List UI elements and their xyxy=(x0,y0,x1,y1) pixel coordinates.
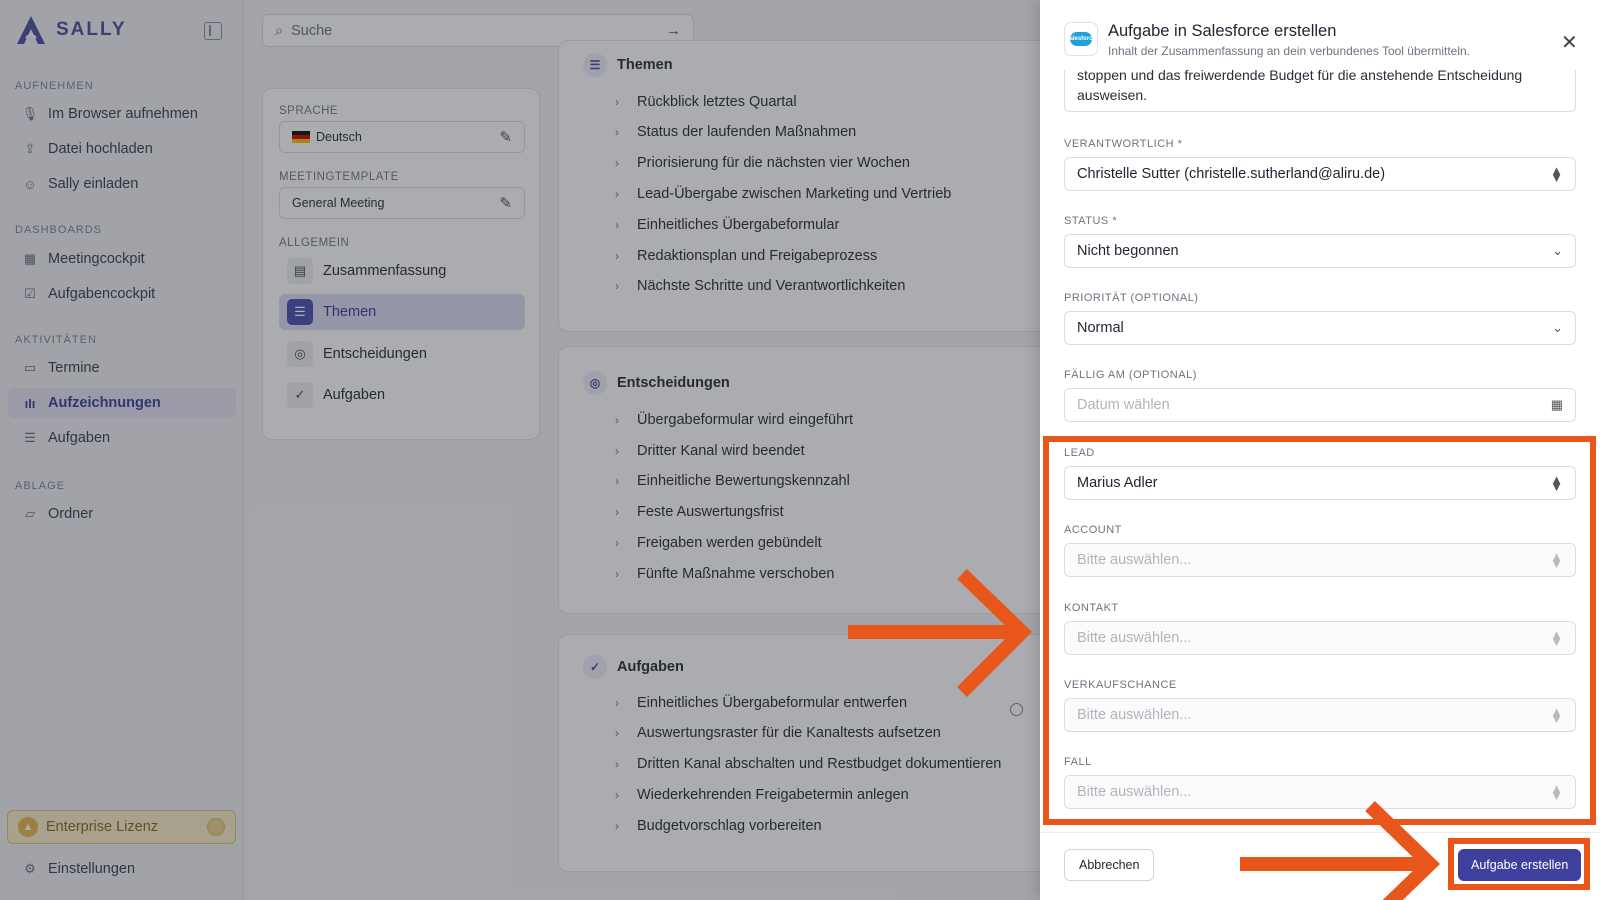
status-value: Nicht begonnen xyxy=(1077,243,1179,259)
cancel-button[interactable]: Abbrechen xyxy=(1064,849,1155,881)
modal-backdrop[interactable] xyxy=(0,0,1040,900)
due-date-label: FÄLLIG AM (OPTIONAL) xyxy=(1064,369,1197,381)
drawer-subtitle: Inhalt der Zusammenfassung an dein verbu… xyxy=(1108,44,1470,58)
status-label: STATUS * xyxy=(1064,215,1118,227)
highlight-box-crm-fields xyxy=(1043,436,1596,825)
priority-label: PRIORITÄT (OPTIONAL) xyxy=(1064,292,1199,304)
description-textarea[interactable]: stoppen und das freiwerdende Budget für … xyxy=(1064,70,1576,112)
status-select[interactable]: Nicht begonnen ⌄ xyxy=(1064,234,1576,268)
close-icon[interactable]: ✕ xyxy=(1561,30,1578,55)
owner-select[interactable]: Christelle Sutter (christelle.sutherland… xyxy=(1064,157,1576,191)
salesforce-logo-text: salesforce xyxy=(1066,32,1096,46)
calendar-icon[interactable]: ▦ xyxy=(1551,397,1563,413)
drawer-title: Aufgabe in Salesforce erstellen xyxy=(1108,22,1337,40)
chevron-updown-icon: ▲ ▼ xyxy=(1550,163,1563,185)
owner-value: Christelle Sutter (christelle.sutherland… xyxy=(1077,166,1386,182)
priority-select[interactable]: Normal ⌄ xyxy=(1064,311,1576,345)
due-date-input[interactable]: Datum wählen ▦ xyxy=(1064,388,1576,422)
drawer-header: salesforce Aufgabe in Salesforce erstell… xyxy=(1064,22,1470,58)
description-line: stoppen und das freiwerdende Budget für … xyxy=(1077,70,1523,83)
chevron-down-icon: ⌄ xyxy=(1552,320,1563,335)
highlight-box-submit xyxy=(1448,838,1590,890)
priority-value: Normal xyxy=(1077,320,1124,336)
salesforce-logo-icon: salesforce xyxy=(1064,22,1098,56)
description-line: ausweisen. xyxy=(1077,87,1148,103)
chevron-down-icon: ⌄ xyxy=(1552,243,1563,258)
due-date-placeholder: Datum wählen xyxy=(1077,397,1170,413)
owner-label: VERANTWORTLICH * xyxy=(1064,138,1183,150)
